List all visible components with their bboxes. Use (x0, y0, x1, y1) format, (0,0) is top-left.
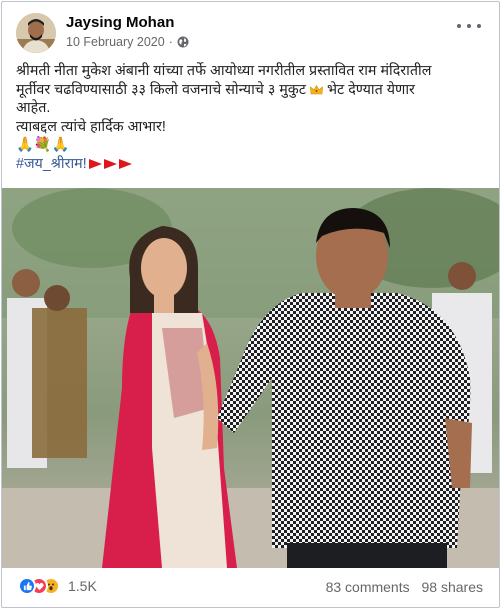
avatar[interactable] (16, 13, 56, 53)
shares-link[interactable]: 98 shares (422, 579, 483, 595)
post-text-line: श्रीमती नीता मुकेश अंबानी यांच्या तर्फे … (16, 63, 432, 79)
post-meta: 10 February 2020 · (66, 35, 189, 49)
post-photo[interactable] (2, 188, 499, 568)
more-dot-icon (477, 24, 481, 28)
post-text-line: मूर्तीवर चढविण्यासाठी ३३ किलो वजनाचे सोन… (16, 81, 491, 100)
post-text-line: आहेत. (16, 100, 51, 116)
post-card: Jaysing Mohan 10 February 2020 · श्रीमती… (1, 1, 500, 608)
crown-icon (310, 84, 323, 94)
reactions-summary[interactable]: 1.5K (18, 577, 97, 595)
post-text-line: त्याबद्दल त्यांचे हार्दिक आभार! (16, 118, 166, 135)
engagement-stats: 83 comments 98 shares (318, 579, 483, 595)
more-dot-icon (467, 24, 471, 28)
post-date[interactable]: 10 February 2020 (66, 35, 165, 49)
post-text-segment: मूर्तीवर चढविण्यासाठी ३३ किलो वजनाचे सोन… (16, 81, 306, 98)
author-name[interactable]: Jaysing Mohan (66, 14, 174, 31)
more-dot-icon (457, 24, 461, 28)
post-hashtag-line: #जय_श्रीराम! (16, 155, 491, 174)
flag-icon (88, 158, 102, 169)
meta-separator: · (168, 35, 173, 49)
like-icon (18, 577, 36, 595)
comments-link[interactable]: 83 comments (326, 579, 410, 595)
flag-icon (118, 158, 132, 169)
post-text-segment: भेट देण्यात येणार (326, 81, 415, 98)
post-header: Jaysing Mohan 10 February 2020 · (2, 2, 499, 60)
globe-icon (177, 36, 189, 48)
reaction-count: 1.5K (68, 578, 97, 594)
post-footer: 1.5K 83 comments 98 shares (2, 568, 499, 606)
post-emoji-line: 🙏💐🙏 (16, 137, 70, 153)
flag-icon (103, 158, 117, 169)
more-options-button[interactable] (457, 16, 481, 36)
hashtag-link[interactable]: #जय_श्रीराम! (16, 156, 87, 172)
post-body: श्रीमती नीता मुकेश अंबानी यांच्या तर्फे … (16, 62, 491, 173)
